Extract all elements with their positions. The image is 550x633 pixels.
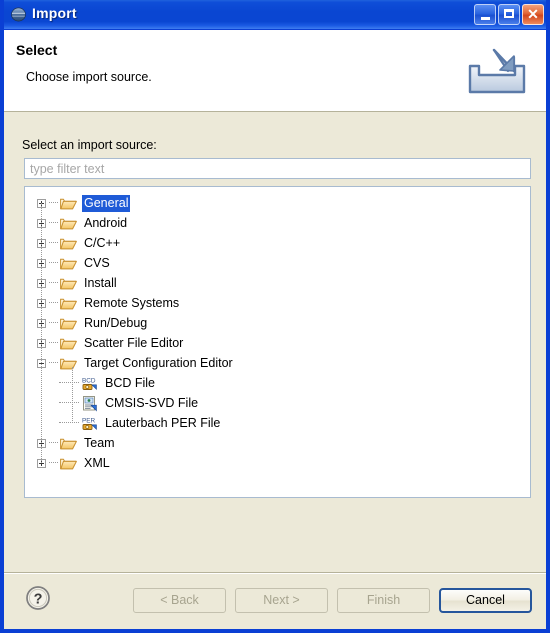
tree-guide-line <box>49 242 58 244</box>
bcd-file-icon: BCD <box>81 375 98 392</box>
tree-spine-sub <box>72 367 73 423</box>
window-controls: ✕ <box>474 4 544 25</box>
eclipse-globe-icon <box>11 7 26 22</box>
tree-node-list: General Android C/C++ CVS Install Remote Syst… <box>25 187 530 473</box>
tree-guide-line <box>49 282 58 284</box>
tree-guide-line <box>49 222 58 224</box>
tree-guide-line <box>49 362 58 364</box>
tree-node-label: C/C++ <box>84 235 121 250</box>
svg-text:?: ? <box>34 592 43 608</box>
minimize-button[interactable] <box>474 4 496 25</box>
maximize-icon <box>504 9 514 18</box>
folder-icon <box>60 296 77 310</box>
tree-node[interactable]: Target Configuration Editor <box>25 353 530 373</box>
close-button[interactable]: ✕ <box>522 4 544 25</box>
folder-icon <box>60 256 77 270</box>
folder-icon <box>60 236 77 250</box>
tree-node[interactable]: Install <box>25 273 530 293</box>
tree-guide-line <box>49 442 58 444</box>
tree-guide-line <box>49 302 58 304</box>
tree-spine <box>41 203 42 463</box>
folder-icon <box>60 216 77 230</box>
footer-divider <box>4 572 546 574</box>
finish-button: Finish <box>337 588 430 613</box>
per-file-icon: PER <box>81 415 98 432</box>
tree-node[interactable]: CVS <box>25 253 530 273</box>
folder-icon <box>60 456 77 470</box>
page-title: Select <box>16 42 58 58</box>
maximize-button[interactable] <box>498 4 520 25</box>
tree-node[interactable]: CMSIS-SVD File <box>25 393 530 413</box>
back-button: < Back <box>133 588 226 613</box>
svg-text:BCD: BCD <box>82 377 96 384</box>
folder-icon <box>60 276 77 290</box>
tree-node-label: CMSIS-SVD File <box>105 395 199 410</box>
next-button: Next > <box>235 588 328 613</box>
dialog-button-row: < Back Next > Finish Cancel <box>133 588 532 613</box>
tree-guide-line <box>49 322 58 324</box>
tree-guide-line <box>59 422 79 424</box>
wizard-header: Select Choose import source. <box>4 30 546 112</box>
minimize-icon <box>481 17 490 20</box>
tree-node-label: General <box>82 194 131 212</box>
folder-icon <box>60 436 77 450</box>
tree-node[interactable]: BCD BCD File <box>25 373 530 393</box>
tree-node[interactable]: Team <box>25 433 530 453</box>
tree-node-label: Target Configuration Editor <box>84 355 233 370</box>
svg-text:PER: PER <box>82 417 96 424</box>
import-wizard-icon <box>464 42 530 100</box>
tree-guide-line <box>49 262 58 264</box>
tree-node[interactable]: Run/Debug <box>25 313 530 333</box>
tree-node-label: CVS <box>84 255 110 270</box>
close-icon: ✕ <box>527 6 539 22</box>
tree-node-label: XML <box>84 455 110 470</box>
cmsis-svd-file-icon <box>81 395 98 412</box>
window-title: Import <box>32 5 77 21</box>
page-subtitle: Choose import source. <box>26 70 152 84</box>
help-button[interactable]: ? <box>24 584 52 612</box>
tree-node-label: Android <box>84 215 128 230</box>
tree-node[interactable]: Remote Systems <box>25 293 530 313</box>
dialog-body: Select an import source: General Android C… <box>4 113 546 629</box>
tree-node[interactable]: XML <box>25 453 530 473</box>
folder-icon <box>60 196 77 210</box>
tree-node-label: Install <box>84 275 117 290</box>
import-source-tree[interactable]: General Android C/C++ CVS Install Remote Syst… <box>24 186 531 498</box>
cancel-button[interactable]: Cancel <box>439 588 532 613</box>
tree-guide-line <box>59 402 79 404</box>
folder-icon <box>60 356 77 370</box>
tree-node[interactable]: Android <box>25 213 530 233</box>
tree-node[interactable]: Scatter File Editor <box>25 333 530 353</box>
tree-guide-line <box>49 342 58 344</box>
import-dialog-window: Import ✕ Select Choose import source. Se… <box>0 0 550 633</box>
tree-node-label: Team <box>84 435 115 450</box>
filter-input[interactable] <box>24 158 531 179</box>
tree-guide-line <box>49 202 58 204</box>
tree-node-label: BCD File <box>105 375 156 390</box>
tree-guide-line <box>59 382 79 384</box>
tree-node[interactable]: General <box>25 193 530 213</box>
title-bar[interactable]: Import ✕ <box>4 0 546 30</box>
import-source-label: Select an import source: <box>22 138 157 152</box>
tree-guide-line <box>49 462 58 464</box>
tree-node-label: Remote Systems <box>84 295 180 310</box>
folder-icon <box>60 316 77 330</box>
tree-node-label: Run/Debug <box>84 315 148 330</box>
tree-node[interactable]: PER Lauterbach PER File <box>25 413 530 433</box>
tree-node-label: Lauterbach PER File <box>105 415 221 430</box>
tree-node[interactable]: C/C++ <box>25 233 530 253</box>
folder-icon <box>60 336 77 350</box>
tree-node-label: Scatter File Editor <box>84 335 184 350</box>
